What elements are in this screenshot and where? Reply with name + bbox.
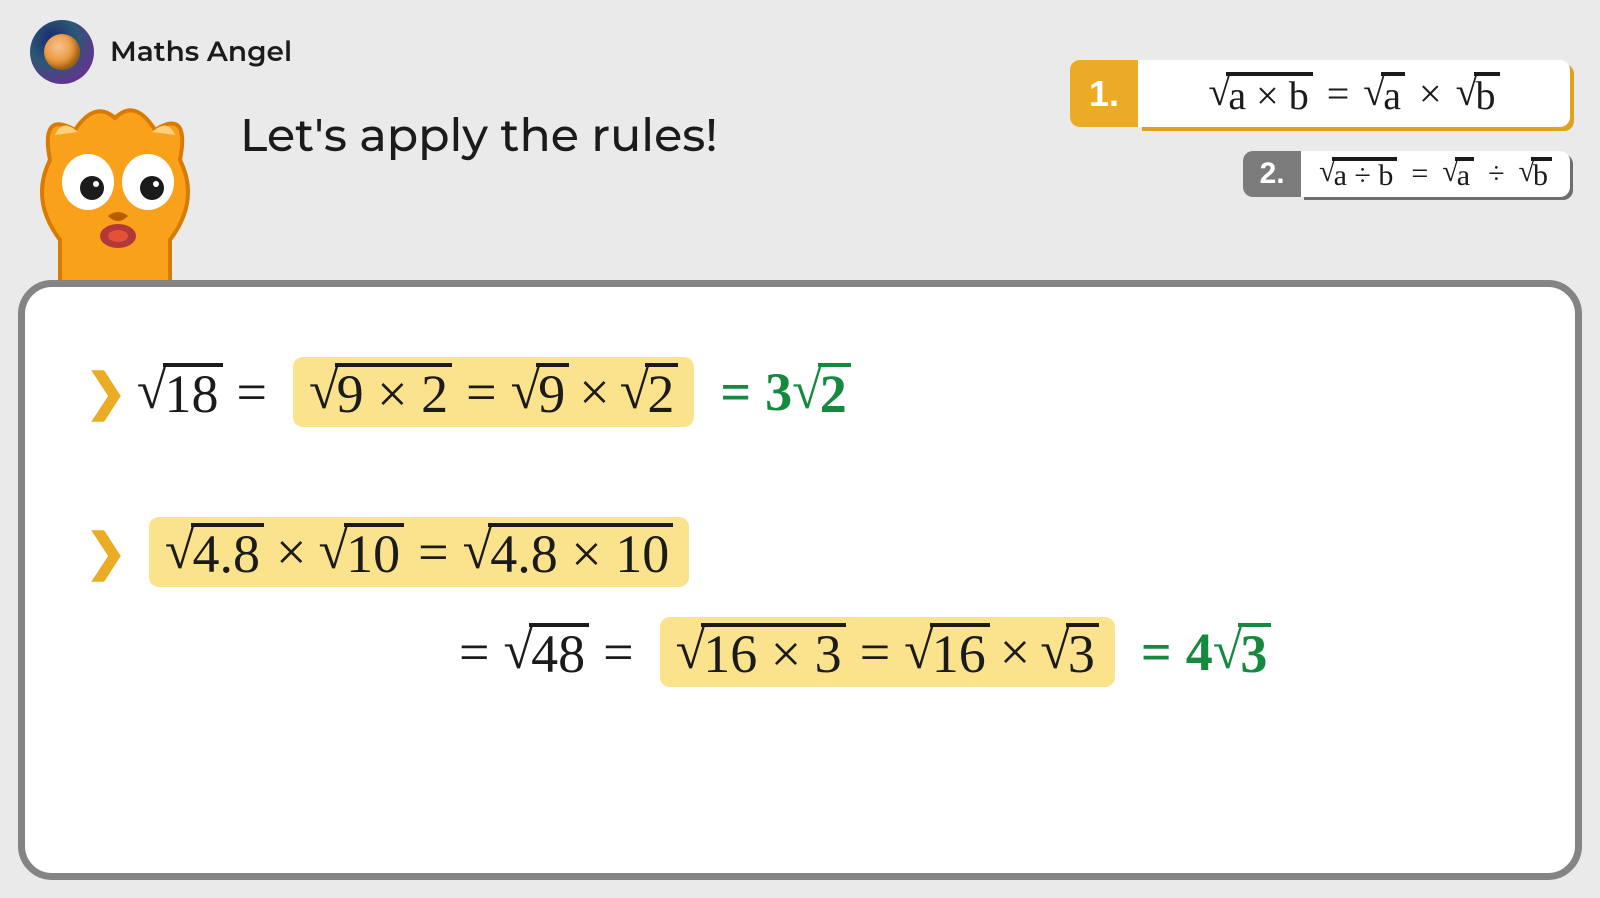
- rules-panel: 1. √a × b = √a × √b 2. √a ÷ b = √a ÷ √b: [1070, 60, 1570, 197]
- equals-sign: =: [466, 361, 496, 423]
- sqrt-3: √3: [1040, 623, 1099, 681]
- ex1-result-rad: 2: [818, 363, 851, 421]
- rule-2-lhs: a ÷ b: [1332, 157, 1398, 191]
- ex1-highlight: √9 × 2 = √9 × √2: [293, 357, 694, 427]
- sqrt-icon: √a ÷ b: [1319, 157, 1397, 191]
- times-sign: ×: [1419, 70, 1442, 117]
- rule-1: 1. √a × b = √a × √b: [1070, 60, 1570, 127]
- equals-sign: =: [459, 621, 489, 683]
- ex2-split-a: 16: [930, 623, 990, 681]
- ex2-a: 4.8: [191, 523, 265, 581]
- sqrt-10: √10: [319, 523, 405, 581]
- ex1-result: 3 √2: [765, 361, 851, 423]
- ex2-result-coef: 4: [1186, 621, 1213, 683]
- sqrt-16x3: √16 × 3: [676, 623, 846, 681]
- rule-2-formula: √a ÷ b = √a ÷ √b: [1301, 151, 1570, 197]
- ex2-prod-body: 4.8 × 10: [488, 523, 673, 581]
- ex2-b: 10: [344, 523, 404, 581]
- ex1-start: 18: [163, 363, 223, 421]
- equals-sign: =: [1327, 70, 1350, 117]
- ex1-split-a: 9: [536, 363, 569, 421]
- sqrt-9: √9: [511, 363, 570, 421]
- equals-sign: =: [860, 621, 890, 683]
- ex2-factored: 16 × 3: [701, 623, 845, 681]
- cat-mascot-icon: [20, 90, 210, 300]
- times-sign: ×: [276, 521, 306, 583]
- sqrt-icon: √a: [1442, 157, 1474, 191]
- equals-sign: =: [1411, 157, 1428, 191]
- divide-sign: ÷: [1488, 157, 1504, 191]
- sqrt-4.8: √4.8: [165, 523, 264, 581]
- ex2-prod-val: 48: [529, 623, 589, 681]
- equals-sign: =: [418, 521, 448, 583]
- equals-sign: =: [603, 621, 633, 683]
- sqrt-icon: √a × b: [1208, 72, 1312, 116]
- ex2-result-rad: 3: [1238, 623, 1271, 681]
- work-board: ❯ √18 = √9 × 2 = √9 × √2 = 3 √2 ❯ √4.8 ×…: [18, 280, 1582, 880]
- times-sign: ×: [579, 361, 609, 423]
- sqrt-18: √18: [137, 363, 223, 421]
- ex2-result: 4 √3: [1186, 621, 1272, 683]
- ex1-factored: 9 × 2: [335, 363, 452, 421]
- ex1-result-coef: 3: [765, 361, 792, 423]
- sqrt-result-icon: √3: [1213, 623, 1272, 681]
- times-sign: ×: [1000, 621, 1030, 683]
- sqrt-48: √48: [503, 623, 589, 681]
- sqrt-icon: √b: [1519, 157, 1552, 191]
- example-2-line-2: = √48 = √16 × 3 = √16 × √3 = 4 √3: [445, 617, 1535, 687]
- sqrt-icon: √b: [1456, 72, 1500, 116]
- brand-name: Maths Angel: [110, 35, 292, 69]
- equals-sign: =: [720, 361, 751, 423]
- sqrt-4.8x10: √4.8 × 10: [463, 523, 674, 581]
- example-2-line-1: ❯ √4.8 × √10 = √4.8 × 10: [85, 517, 1535, 587]
- page-title: Let's apply the rules!: [240, 106, 718, 163]
- rule-1-formula: √a × b = √a × √b: [1138, 60, 1570, 127]
- sqrt-16: √16: [904, 623, 990, 681]
- rule-2-number: 2.: [1243, 151, 1301, 197]
- equals-sign: =: [1141, 621, 1172, 683]
- sqrt-9x2: √9 × 2: [309, 363, 452, 421]
- rule-1-lhs: a × b: [1226, 72, 1312, 116]
- chevron-icon: ❯: [85, 523, 115, 581]
- sqrt-2: √2: [620, 363, 679, 421]
- chevron-icon: ❯: [85, 363, 115, 421]
- rule-2: 2. √a ÷ b = √a ÷ √b: [1243, 151, 1570, 197]
- sqrt-icon: √a: [1363, 72, 1405, 116]
- ex2-highlight-1: √4.8 × √10 = √4.8 × 10: [149, 517, 689, 587]
- logo-icon: [30, 20, 94, 84]
- rule-1-number: 1.: [1070, 60, 1138, 127]
- ex1-split-b: 2: [645, 363, 678, 421]
- equals-sign: =: [237, 361, 267, 423]
- example-1: ❯ √18 = √9 × 2 = √9 × √2 = 3 √2: [85, 357, 1535, 427]
- ex2-highlight-2: √16 × 3 = √16 × √3: [660, 617, 1115, 687]
- sqrt-result-icon: √2: [792, 363, 851, 421]
- ex2-split-b: 3: [1066, 623, 1099, 681]
